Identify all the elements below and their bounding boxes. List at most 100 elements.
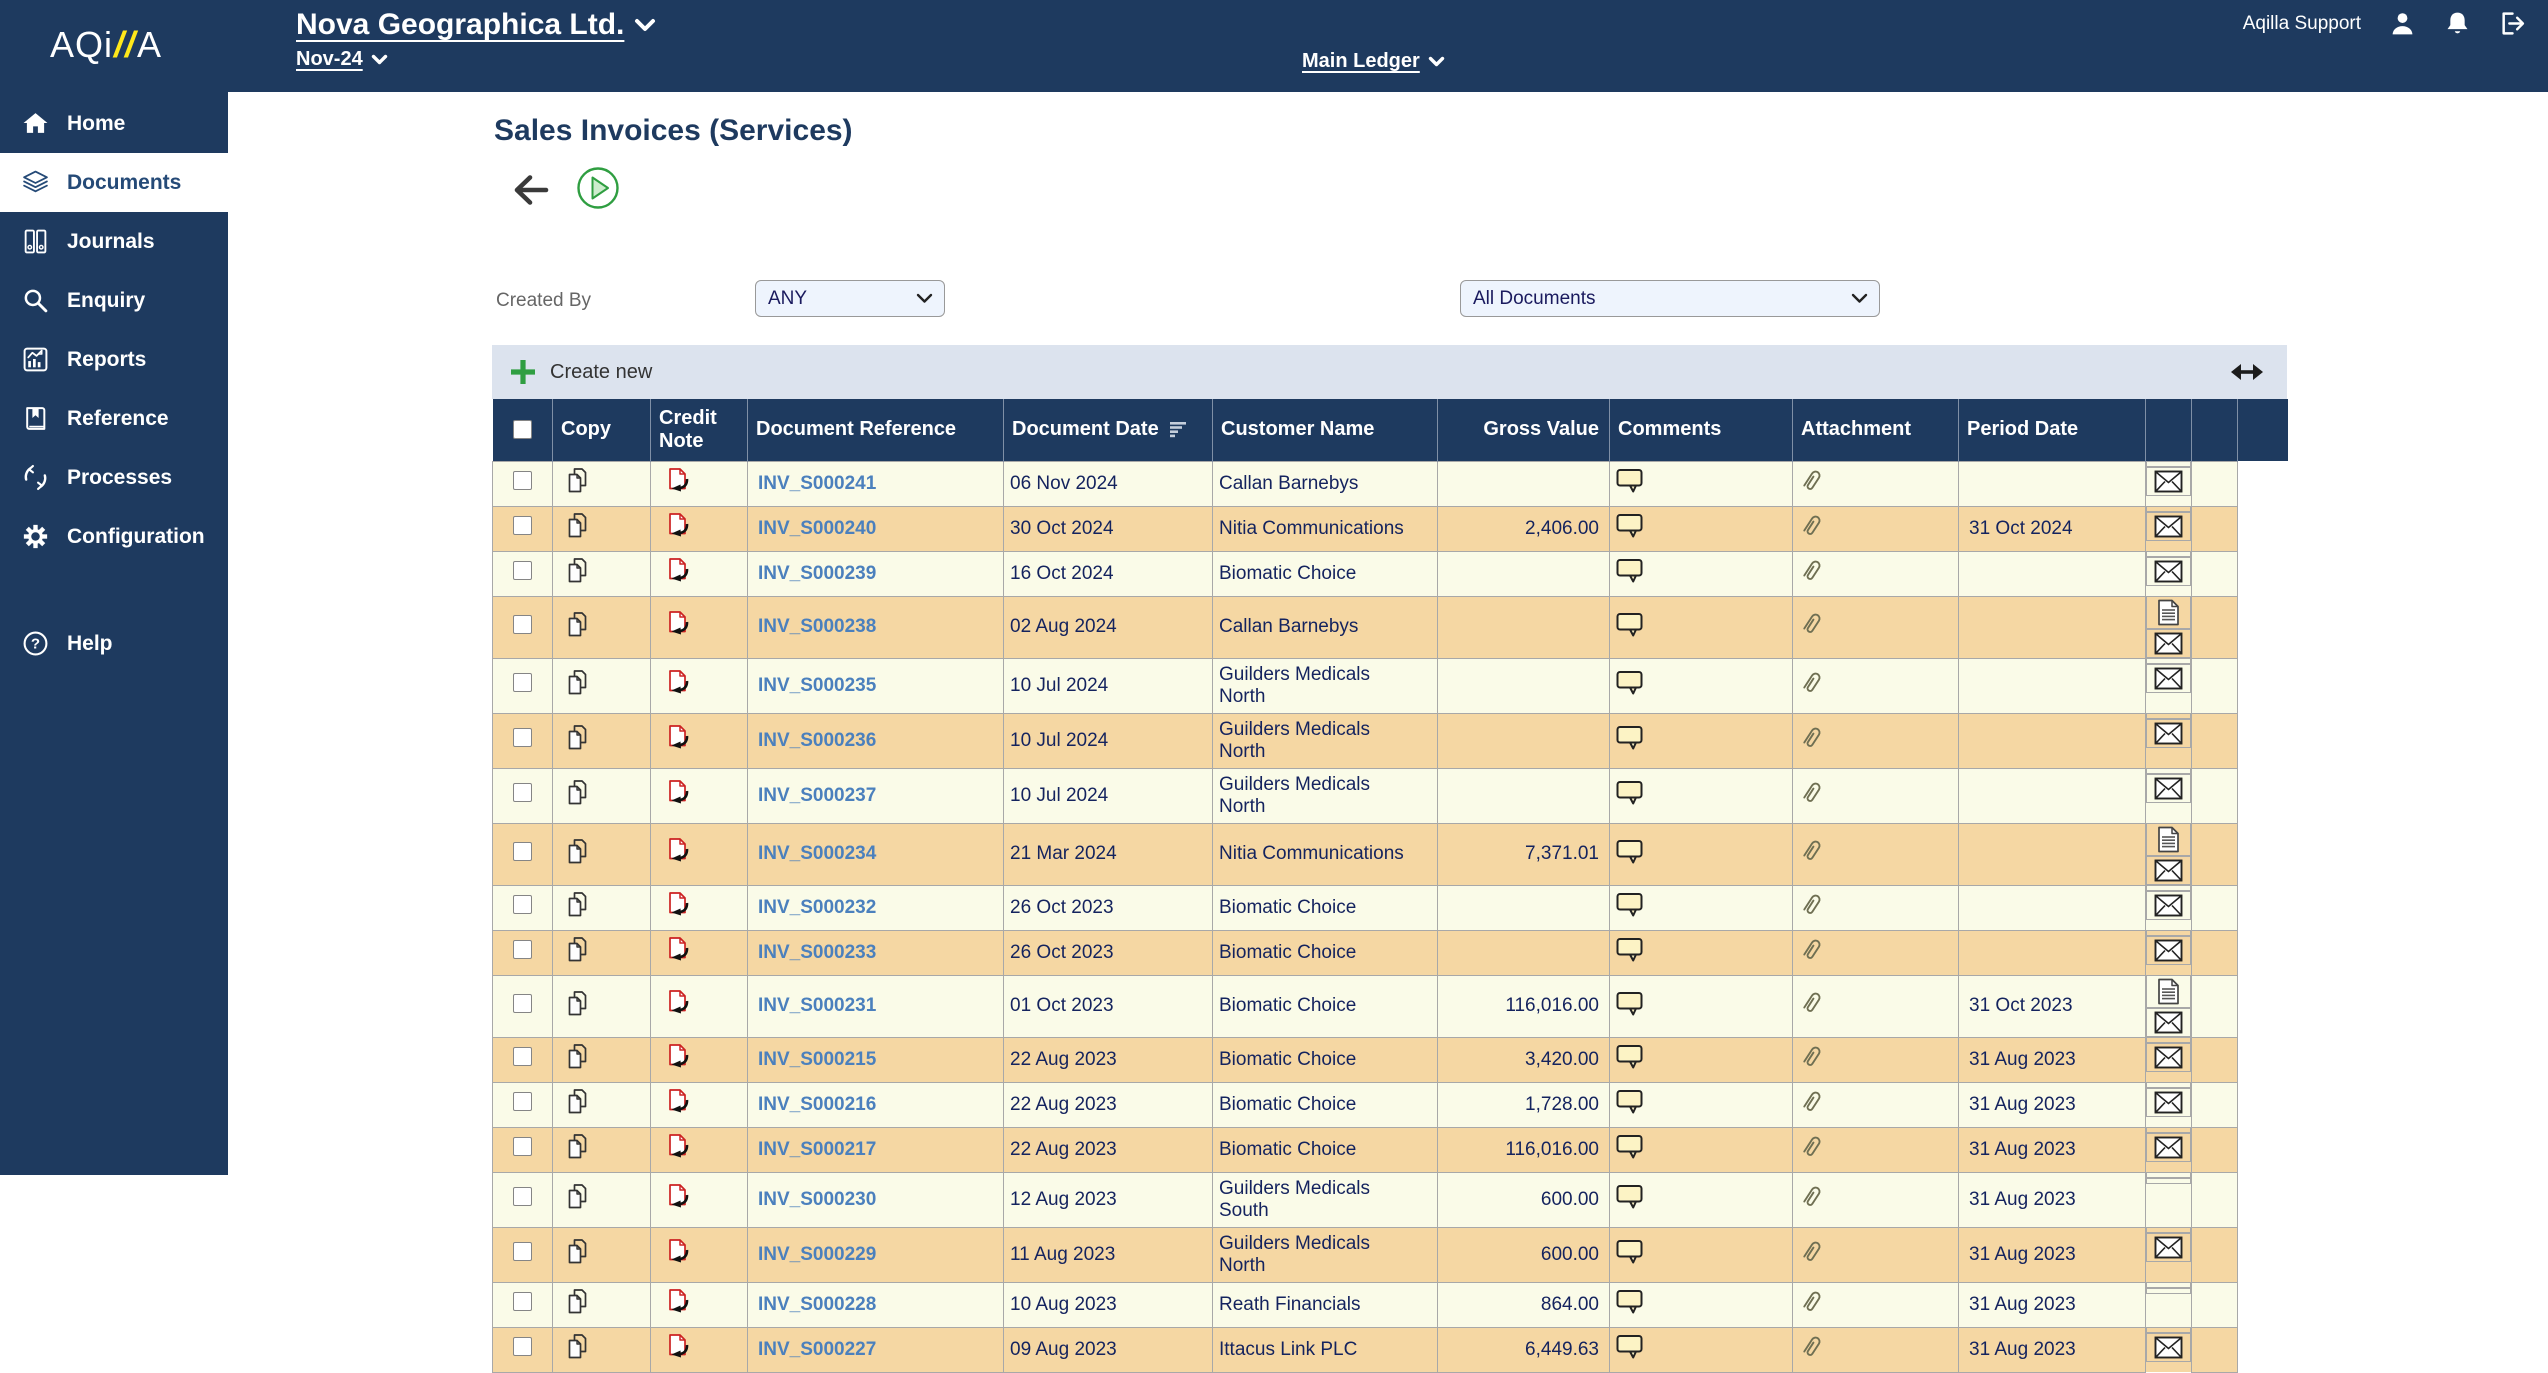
sidebar-item-help[interactable]: ? Help <box>0 614 228 673</box>
copy-icon[interactable] <box>565 936 591 963</box>
copy-icon[interactable] <box>565 557 591 584</box>
invoice-link[interactable]: INV_S000236 <box>758 730 876 751</box>
credit-note-icon[interactable] <box>665 1183 693 1211</box>
credit-note-icon[interactable] <box>665 724 693 752</box>
document-note-icon[interactable] <box>2157 599 2180 626</box>
copy-icon[interactable] <box>565 990 591 1017</box>
invoice-link[interactable]: INV_S000234 <box>758 843 876 864</box>
paperclip-icon[interactable] <box>1799 1238 1826 1266</box>
create-new-button[interactable]: Create new <box>508 357 652 387</box>
envelope-icon[interactable] <box>2154 1236 2183 1259</box>
copy-icon[interactable] <box>565 779 591 806</box>
row-checkbox[interactable] <box>513 841 532 861</box>
credit-note-icon[interactable] <box>665 610 693 638</box>
envelope-icon[interactable] <box>2154 894 2183 917</box>
period-selector[interactable]: Nov-24 <box>296 48 656 71</box>
comment-icon[interactable] <box>1616 468 1643 493</box>
paperclip-icon[interactable] <box>1799 669 1826 697</box>
credit-note-icon[interactable] <box>665 779 693 807</box>
paperclip-icon[interactable] <box>1799 1088 1826 1116</box>
row-checkbox[interactable] <box>513 673 532 692</box>
invoice-link[interactable]: INV_S000240 <box>758 518 876 539</box>
paperclip-icon[interactable] <box>1799 1183 1826 1211</box>
row-checkbox[interactable] <box>513 561 532 580</box>
copy-icon[interactable] <box>565 724 591 751</box>
sidebar-item-home[interactable]: Home <box>0 94 228 153</box>
envelope-icon[interactable] <box>2154 1091 2183 1114</box>
paperclip-icon[interactable] <box>1799 557 1826 585</box>
paperclip-icon[interactable] <box>1799 1288 1826 1316</box>
credit-note-icon[interactable] <box>665 669 693 697</box>
document-filter-select[interactable]: All Documents <box>1460 280 1880 317</box>
comment-icon[interactable] <box>1616 1289 1643 1314</box>
comment-icon[interactable] <box>1616 725 1643 750</box>
back-button[interactable] <box>508 172 550 208</box>
copy-icon[interactable] <box>565 891 591 918</box>
row-checkbox[interactable] <box>513 940 532 959</box>
comment-icon[interactable] <box>1616 558 1643 583</box>
paperclip-icon[interactable] <box>1799 512 1826 540</box>
invoice-link[interactable]: INV_S000232 <box>758 897 876 918</box>
credit-note-icon[interactable] <box>665 936 693 964</box>
credit-note-icon[interactable] <box>665 891 693 919</box>
envelope-icon[interactable] <box>2154 1046 2183 1069</box>
invoice-link[interactable]: INV_S000238 <box>758 616 876 637</box>
row-checkbox[interactable] <box>513 614 532 634</box>
sort-icon[interactable] <box>1169 421 1187 438</box>
envelope-icon[interactable] <box>2154 1011 2183 1034</box>
document-note-icon[interactable] <box>2157 978 2180 1005</box>
sidebar-item-enquiry[interactable]: Enquiry <box>0 271 228 330</box>
comment-icon[interactable] <box>1616 1044 1643 1069</box>
sidebar-item-journals[interactable]: Journals <box>0 212 228 271</box>
person-icon[interactable] <box>2389 10 2416 37</box>
invoice-link[interactable]: INV_S000216 <box>758 1094 876 1115</box>
created-by-select[interactable]: ANY <box>755 280 945 317</box>
copy-icon[interactable] <box>565 838 591 865</box>
copy-icon[interactable] <box>565 1088 591 1115</box>
row-checkbox[interactable] <box>513 1092 532 1111</box>
credit-note-icon[interactable] <box>665 1288 693 1316</box>
credit-note-icon[interactable] <box>665 467 693 495</box>
row-checkbox[interactable] <box>513 895 532 914</box>
select-all-checkbox[interactable] <box>512 420 532 440</box>
row-checkbox[interactable] <box>513 783 532 802</box>
credit-note-icon[interactable] <box>665 557 693 585</box>
envelope-icon[interactable] <box>2154 560 2183 583</box>
row-checkbox[interactable] <box>513 1242 532 1261</box>
envelope-icon[interactable] <box>2154 939 2183 962</box>
comment-icon[interactable] <box>1616 780 1643 805</box>
envelope-icon[interactable] <box>2154 859 2183 882</box>
invoice-link[interactable]: INV_S000233 <box>758 942 876 963</box>
sidebar-item-configuration[interactable]: Configuration <box>0 507 228 566</box>
invoice-link[interactable]: INV_S000237 <box>758 785 876 806</box>
credit-note-icon[interactable] <box>665 1133 693 1161</box>
envelope-icon[interactable] <box>2154 667 2183 690</box>
copy-icon[interactable] <box>565 669 591 696</box>
invoice-link[interactable]: INV_S000235 <box>758 675 876 696</box>
sidebar-item-processes[interactable]: Processes <box>0 448 228 507</box>
envelope-icon[interactable] <box>2154 515 2183 538</box>
row-checkbox[interactable] <box>513 993 532 1013</box>
copy-icon[interactable] <box>565 1043 591 1070</box>
credit-note-icon[interactable] <box>665 512 693 540</box>
invoice-link[interactable]: INV_S000229 <box>758 1244 876 1265</box>
document-note-icon[interactable] <box>2157 826 2180 853</box>
paperclip-icon[interactable] <box>1799 779 1826 807</box>
invoice-link[interactable]: INV_S000227 <box>758 1339 876 1360</box>
envelope-icon[interactable] <box>2154 470 2183 493</box>
invoice-link[interactable]: INV_S000228 <box>758 1294 876 1315</box>
invoice-link[interactable]: INV_S000230 <box>758 1189 876 1210</box>
credit-note-icon[interactable] <box>665 1088 693 1116</box>
bell-icon[interactable] <box>2444 10 2471 37</box>
copy-icon[interactable] <box>565 1133 591 1160</box>
envelope-icon[interactable] <box>2154 777 2183 800</box>
ledger-selector[interactable]: Main Ledger <box>1302 50 1445 73</box>
row-checkbox[interactable] <box>513 1187 532 1206</box>
credit-note-icon[interactable] <box>665 989 693 1017</box>
comment-icon[interactable] <box>1616 892 1643 917</box>
invoice-link[interactable]: INV_S000241 <box>758 473 876 494</box>
comment-icon[interactable] <box>1616 1239 1643 1264</box>
paperclip-icon[interactable] <box>1799 936 1826 964</box>
credit-note-icon[interactable] <box>665 1043 693 1071</box>
column-header-select[interactable] <box>492 399 553 461</box>
